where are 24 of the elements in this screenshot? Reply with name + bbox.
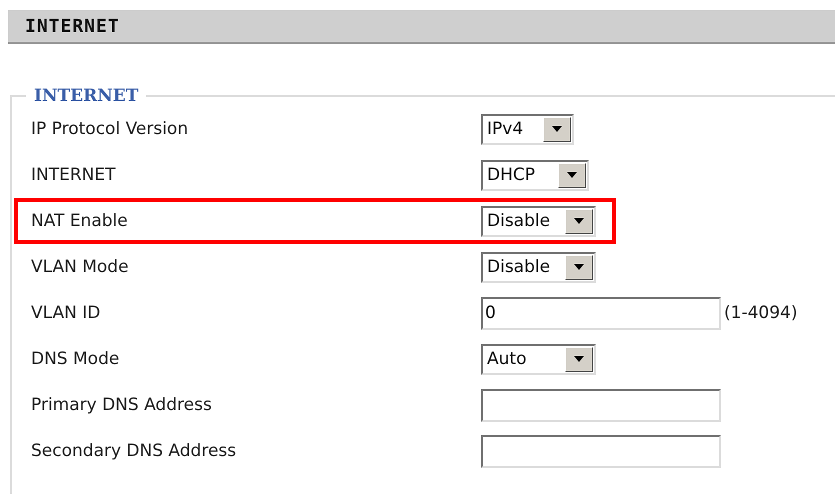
field-label: DNS Mode bbox=[31, 349, 120, 369]
range-hint: (1-4094) bbox=[724, 303, 798, 323]
field-label: Primary DNS Address bbox=[31, 395, 213, 415]
field-label: Secondary DNS Address bbox=[31, 441, 238, 461]
field-label: NAT Enable bbox=[31, 211, 129, 231]
input-field[interactable] bbox=[481, 434, 721, 468]
field-label: INTERNET bbox=[31, 165, 117, 185]
field-label: VLAN Mode bbox=[31, 257, 130, 277]
field-label: IP Protocol Version bbox=[31, 119, 190, 139]
dropdown[interactable]: Disable bbox=[481, 206, 596, 236]
caret-down-icon bbox=[574, 356, 584, 362]
caret-down-icon bbox=[574, 218, 584, 224]
field-label: VLAN ID bbox=[31, 303, 102, 323]
caret-down-icon bbox=[552, 126, 562, 132]
input-field[interactable] bbox=[481, 388, 721, 422]
dropdown[interactable]: IPv4 bbox=[481, 114, 574, 144]
caret-down-icon bbox=[574, 264, 584, 270]
dropdown[interactable]: DHCP bbox=[481, 160, 589, 190]
input-field[interactable]: 0 bbox=[481, 296, 721, 330]
dropdown[interactable]: Disable bbox=[481, 252, 596, 282]
group-legend: INTERNET bbox=[26, 86, 146, 106]
section-header: INTERNET bbox=[8, 10, 835, 44]
caret-down-icon bbox=[567, 172, 577, 178]
dropdown[interactable]: Auto bbox=[481, 344, 596, 374]
